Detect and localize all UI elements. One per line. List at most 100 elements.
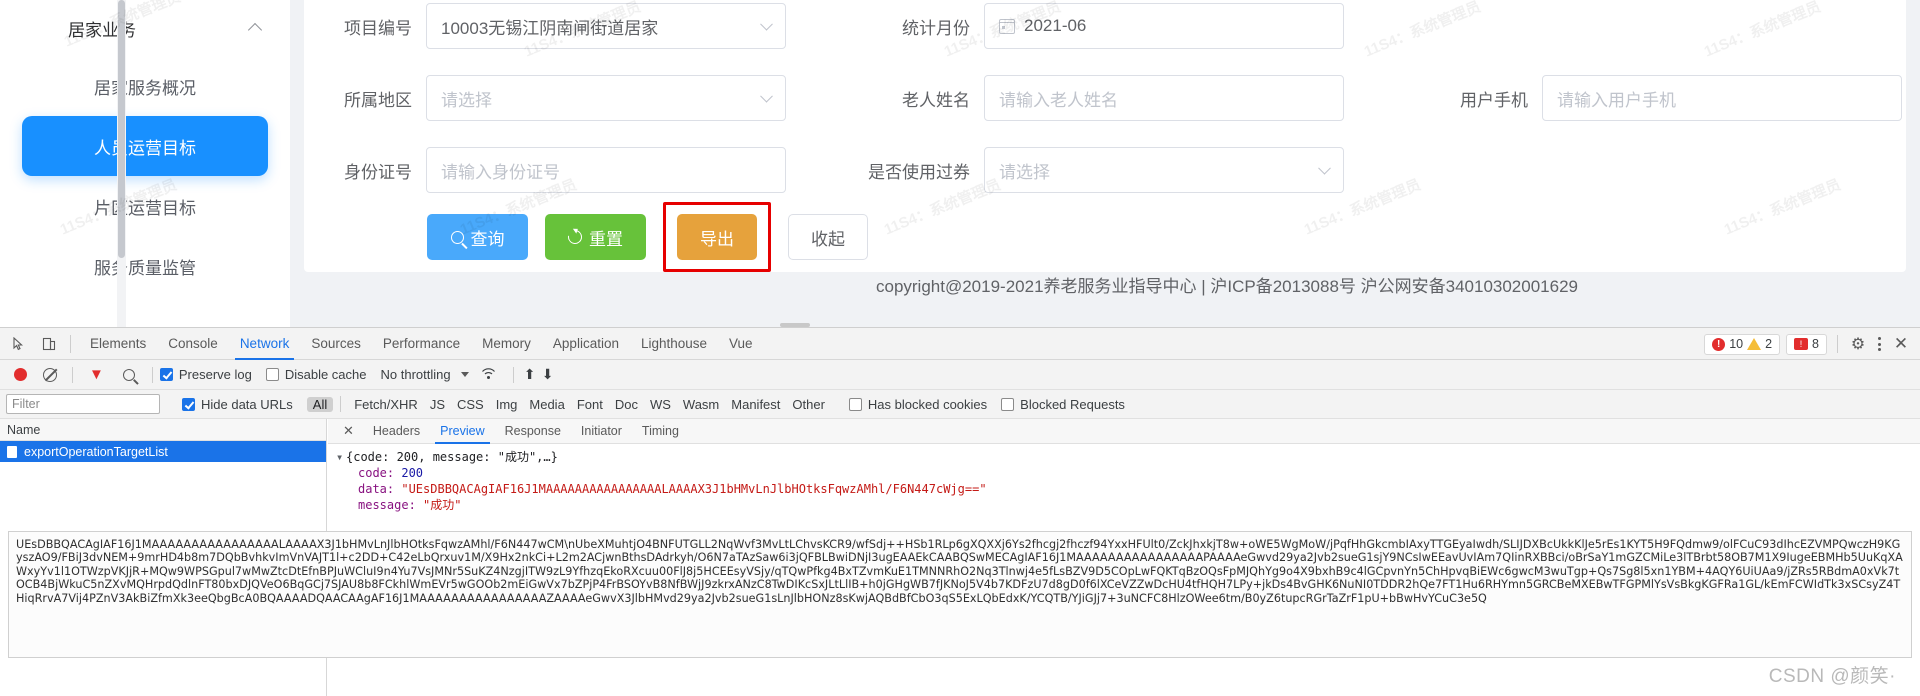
devtools-panel: Elements Console Network Sources Perform… xyxy=(0,323,1920,696)
hide-data-urls-checkbox[interactable] xyxy=(182,397,195,411)
devtools-tab-memory[interactable]: Memory xyxy=(471,328,542,360)
used-coupon-select[interactable]: 请选择 xyxy=(984,147,1344,193)
id-number-input[interactable]: 请输入身份证号 xyxy=(426,147,786,193)
statistic-month-datepicker[interactable]: 2021-06 xyxy=(984,3,1344,49)
device-toolbar-icon[interactable] xyxy=(36,331,62,357)
disable-cache-toggle[interactable]: Disable cache xyxy=(265,367,367,382)
json-code-line: code: 200 xyxy=(336,465,1920,481)
devtools-tab-performance[interactable]: Performance xyxy=(372,328,471,360)
response-tab-preview[interactable]: Preview xyxy=(430,419,494,444)
blocked-requests-label: Blocked Requests xyxy=(1020,396,1125,412)
sidebar-scrollbar-thumb[interactable] xyxy=(118,0,125,258)
export-button[interactable]: 导出 xyxy=(677,214,757,260)
close-devtools-icon[interactable]: ✕ xyxy=(1890,334,1912,354)
filter-type-media[interactable]: Media xyxy=(523,397,570,412)
filter-placeholder: Filter xyxy=(12,397,40,411)
issues-count[interactable]: ! 8 xyxy=(1786,333,1827,355)
sidebar-item-service-quality-supervision[interactable]: 服务质量监管 xyxy=(22,236,268,296)
has-blocked-cookies-toggle[interactable]: Has blocked cookies xyxy=(848,397,987,412)
devtools-tab-console[interactable]: Console xyxy=(157,328,229,360)
filter-type-ws[interactable]: WS xyxy=(644,397,677,412)
filter-type-css[interactable]: CSS xyxy=(451,397,490,412)
response-tab-headers[interactable]: Headers xyxy=(363,419,430,444)
export-har-icon[interactable]: ⬇ xyxy=(539,366,557,383)
sidebar-group-home-business[interactable]: 居家业务 xyxy=(0,0,290,56)
more-options-icon[interactable] xyxy=(1870,337,1888,351)
sidebar-item-home-service-overview[interactable]: 居家服务概况 xyxy=(22,56,268,116)
inspect-element-icon[interactable] xyxy=(5,331,31,357)
response-tab-response[interactable]: Response xyxy=(495,419,571,444)
search-icon[interactable] xyxy=(122,368,135,381)
user-phone-input[interactable]: 请输入用户手机 xyxy=(1542,75,1902,121)
sidebar-item-staff-operation-target[interactable]: 人员运营目标 xyxy=(22,116,268,176)
filter-type-fetch-xhr[interactable]: Fetch/XHR xyxy=(348,397,424,412)
filter-funnel-icon[interactable]: ▼ xyxy=(89,366,104,383)
blocked-requests-checkbox[interactable] xyxy=(1001,397,1015,411)
devtools-tab-lighthouse[interactable]: Lighthouse xyxy=(630,328,718,360)
sidebar-item-district-operation-target[interactable]: 片区运营目标 xyxy=(22,176,268,236)
sidebar-item-label: 服务质量监管 xyxy=(94,258,196,278)
expand-arrow-icon[interactable]: ▾ xyxy=(336,449,346,465)
column-header-name[interactable]: Name xyxy=(0,419,326,441)
filter-input[interactable]: Filter xyxy=(6,394,160,414)
filter-type-all[interactable]: All xyxy=(306,396,334,412)
filter-type-wasm[interactable]: Wasm xyxy=(677,397,725,412)
json-root-line[interactable]: ▾ {code: 200, message: "成功",…} xyxy=(336,449,1920,465)
field-label: 老人姓名 xyxy=(902,90,970,110)
json-root-text: {code: 200, message: "成功",…} xyxy=(346,450,558,464)
project-number-select[interactable]: 10003无锡江阴南闸街道居家 xyxy=(426,3,786,49)
json-value-message: "成功" xyxy=(423,498,462,512)
filter-type-manifest[interactable]: Manifest xyxy=(725,397,786,412)
preserve-log-label: Preserve log xyxy=(178,367,252,382)
field-placeholder: 请输入身份证号 xyxy=(441,162,560,182)
import-har-icon[interactable]: ⬆ xyxy=(521,366,539,383)
filter-type-font[interactable]: Font xyxy=(571,397,609,412)
network-filter-bar: Filter Hide data URLs All Fetch/XHR JS C… xyxy=(0,390,1920,419)
network-request-row[interactable]: exportOperationTargetList xyxy=(0,441,326,462)
devtools-tab-vue[interactable]: Vue xyxy=(718,328,764,360)
error-warning-counts[interactable]: ! 10 2 xyxy=(1704,333,1781,355)
filter-type-img[interactable]: Img xyxy=(490,397,524,412)
field-user-phone: 用户手机 请输入用户手机 xyxy=(1420,75,1902,121)
query-button[interactable]: 查询 xyxy=(427,214,528,260)
form-actions: 查询 重置 导出 收起 xyxy=(427,202,868,272)
collapse-button[interactable]: 收起 xyxy=(788,214,868,260)
preserve-log-toggle[interactable]: Preserve log xyxy=(159,367,252,382)
tab-label: Application xyxy=(552,336,619,351)
filter-type-doc[interactable]: Doc xyxy=(609,397,644,412)
calendar-icon xyxy=(998,18,1016,34)
clear-icon[interactable] xyxy=(43,367,57,382)
close-detail-icon[interactable]: ✕ xyxy=(334,423,363,439)
chevron-down-icon[interactable] xyxy=(460,372,469,377)
json-key-code: code: xyxy=(358,466,395,480)
devtools-tab-sources[interactable]: Sources xyxy=(300,328,372,360)
form-row-1: 项目编号 10003无锡江阴南闸街道居家 统计月份 2021-06 xyxy=(304,0,1906,62)
export-button-label: 导出 xyxy=(700,229,734,249)
filter-type-js[interactable]: JS xyxy=(424,397,451,412)
settings-gear-icon[interactable]: ⚙ xyxy=(1848,334,1868,354)
tab-label: Memory xyxy=(482,336,531,351)
disable-cache-checkbox[interactable] xyxy=(265,368,279,381)
region-select[interactable]: 请选择 xyxy=(426,75,786,121)
elder-name-input[interactable]: 请输入老人姓名 xyxy=(984,75,1344,121)
reset-button[interactable]: 重置 xyxy=(545,214,646,260)
tab-label: Elements xyxy=(90,336,147,351)
throttling-select-label[interactable]: No throttling xyxy=(381,367,451,382)
blocked-requests-toggle[interactable]: Blocked Requests xyxy=(1001,397,1125,412)
devtools-tab-network[interactable]: Network xyxy=(229,328,301,360)
chevron-down-icon xyxy=(1318,161,1331,175)
hide-data-urls-toggle[interactable]: Hide data URLs xyxy=(182,397,293,412)
tab-label: Network xyxy=(239,336,290,351)
response-tab-timing[interactable]: Timing xyxy=(632,419,689,444)
json-data-line: data: "UEsDBBQACAgIAF16J1MAAAAAAAAAAAAAA… xyxy=(336,481,1920,497)
has-blocked-cookies-checkbox[interactable] xyxy=(848,397,862,411)
record-icon[interactable] xyxy=(14,368,27,381)
devtools-tab-elements[interactable]: Elements xyxy=(79,328,157,360)
error-count: 10 xyxy=(1729,337,1744,351)
network-conditions-icon[interactable] xyxy=(481,367,496,383)
preserve-log-checkbox[interactable] xyxy=(159,368,173,381)
response-tab-initiator[interactable]: Initiator xyxy=(571,419,632,444)
filter-type-other[interactable]: Other xyxy=(786,397,831,412)
sidebar: 居家业务 居家服务概况 人员运营目标 片区运营目标 服务质量监管 xyxy=(0,0,290,327)
devtools-tab-application[interactable]: Application xyxy=(542,328,630,360)
